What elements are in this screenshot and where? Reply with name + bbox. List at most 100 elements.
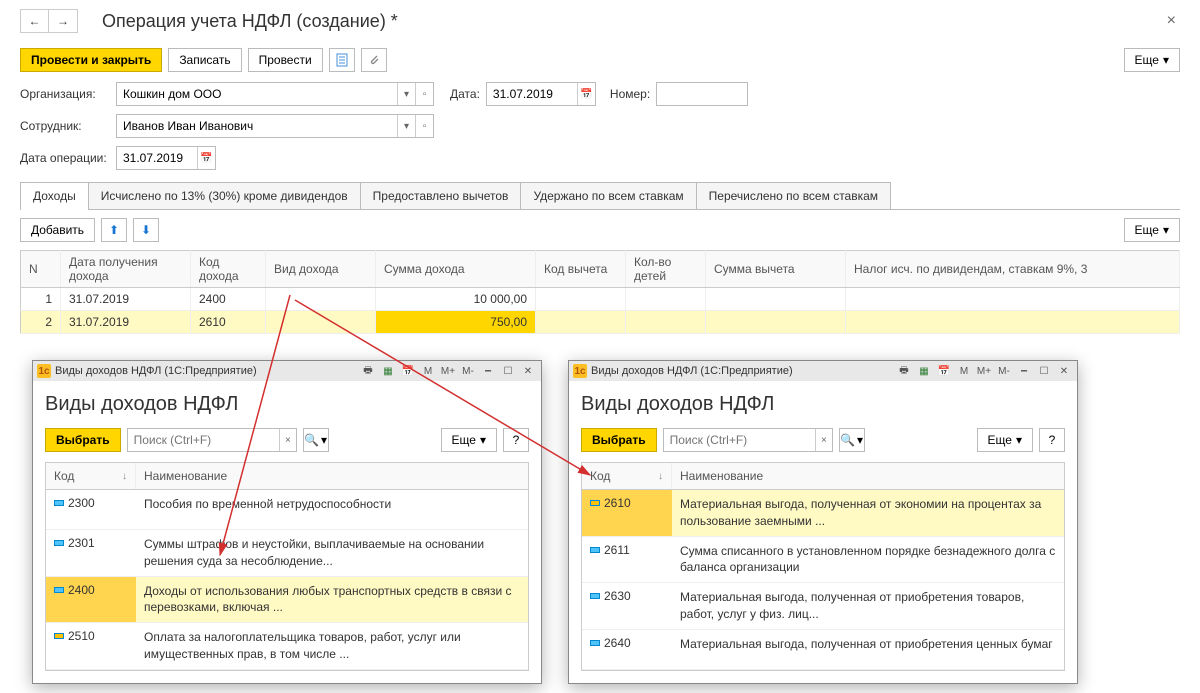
employee-field[interactable]: ▾ ▫ <box>116 114 434 138</box>
popup-col-name[interactable]: Наименование <box>672 463 1064 489</box>
grid-row-selected[interactable]: 2 31.07.2019 2610 750,00 <box>21 311 1180 334</box>
col-tax[interactable]: Налог исч. по дивидендам, ставкам 9%, 3 <box>846 251 1180 288</box>
dropdown-icon[interactable]: ▾ <box>397 83 415 105</box>
col-ded-code[interactable]: Код вычета <box>536 251 626 288</box>
nav-buttons: ← → <box>20 9 78 33</box>
row-icon <box>54 587 64 593</box>
mem-m[interactable]: М <box>419 363 437 379</box>
popup-col-code[interactable]: Код↓ <box>582 463 672 489</box>
mem-mplus[interactable]: М+ <box>439 363 457 379</box>
row-icon <box>590 500 600 506</box>
move-up-button[interactable]: ⬆ <box>101 218 127 242</box>
tabs: Доходы Исчислено по 13% (30%) кроме диви… <box>20 182 1180 210</box>
minimize-icon[interactable]: 🗕 <box>1015 363 1033 379</box>
list-item[interactable]: 2640 Материальная выгода, полученная от … <box>582 630 1064 670</box>
save-button[interactable]: Записать <box>168 48 241 72</box>
search-input[interactable]: × <box>127 428 297 452</box>
date-label: Дата: <box>450 87 480 101</box>
popup-heading: Виды доходов НДФЛ <box>45 393 529 416</box>
caret-down-icon: ▾ <box>321 433 327 447</box>
tab-deductions[interactable]: Предоставлено вычетов <box>360 182 522 209</box>
open-icon[interactable]: ▫ <box>415 83 433 105</box>
calendar-mini-icon[interactable]: 📅 <box>935 363 953 379</box>
col-date[interactable]: Дата получения дохода <box>61 251 191 288</box>
mem-mplus[interactable]: М+ <box>975 363 993 379</box>
clear-search-icon[interactable]: × <box>279 429 295 451</box>
tab-transferred[interactable]: Перечислено по всем ставкам <box>696 182 891 209</box>
caret-down-icon: ▾ <box>1016 433 1022 447</box>
print-icon[interactable]: 🖶 <box>895 363 913 379</box>
org-label: Организация: <box>20 87 110 101</box>
col-type[interactable]: Вид дохода <box>266 251 376 288</box>
op-date-field[interactable]: 📅 <box>116 146 216 170</box>
maximize-icon[interactable]: ☐ <box>499 363 517 379</box>
mem-mminus[interactable]: М- <box>459 363 477 379</box>
col-amount[interactable]: Сумма дохода <box>376 251 536 288</box>
caret-down-icon: ▾ <box>857 433 863 447</box>
tab-calc-13[interactable]: Исчислено по 13% (30%) кроме дивидендов <box>88 182 361 209</box>
document-icon-button[interactable] <box>329 48 355 72</box>
list-item[interactable]: 2510 Оплата за налогоплательщика товаров… <box>46 623 528 670</box>
col-code[interactable]: Код дохода <box>191 251 266 288</box>
close-icon[interactable]: × <box>1163 8 1180 34</box>
popup-more-button[interactable]: Еще▾ <box>977 428 1033 452</box>
minimize-icon[interactable]: 🗕 <box>479 363 497 379</box>
help-button[interactable]: ? <box>1039 428 1065 452</box>
move-down-button[interactable]: ⬇ <box>133 218 159 242</box>
submit-button[interactable]: Провести <box>248 48 323 72</box>
list-item-selected[interactable]: 2610 Материальная выгода, полученная от … <box>582 490 1064 537</box>
mem-m[interactable]: М <box>955 363 973 379</box>
number-field[interactable] <box>656 82 748 106</box>
tab-withheld[interactable]: Удержано по всем ставкам <box>520 182 696 209</box>
close-icon[interactable]: ✕ <box>1055 363 1073 379</box>
calc-icon[interactable]: ▦ <box>379 363 397 379</box>
calc-icon[interactable]: ▦ <box>915 363 933 379</box>
submit-close-button[interactable]: Провести и закрыть <box>20 48 162 72</box>
print-icon[interactable]: 🖶 <box>359 363 377 379</box>
search-icon: 🔍 <box>304 433 319 447</box>
add-button[interactable]: Добавить <box>20 218 95 242</box>
list-item[interactable]: 2611 Сумма списанного в установленном по… <box>582 537 1064 584</box>
caret-down-icon: ▾ <box>1163 53 1169 67</box>
sub-more-button[interactable]: Еще▾ <box>1124 218 1180 242</box>
popup-col-name[interactable]: Наименование <box>136 463 528 489</box>
income-grid[interactable]: N Дата получения дохода Код дохода Вид д… <box>20 250 1180 334</box>
search-input[interactable]: × <box>663 428 833 452</box>
col-ded-amount[interactable]: Сумма вычета <box>706 251 846 288</box>
maximize-icon[interactable]: ☐ <box>1035 363 1053 379</box>
date-field[interactable]: 📅 <box>486 82 596 106</box>
org-field[interactable]: ▾ ▫ <box>116 82 434 106</box>
app-icon: 1c <box>37 364 51 378</box>
calendar-icon[interactable]: 📅 <box>197 147 215 169</box>
grid-row[interactable]: 1 31.07.2019 2400 10 000,00 <box>21 288 1180 311</box>
col-children[interactable]: Кол-во детей <box>626 251 706 288</box>
open-icon[interactable]: ▫ <box>415 115 433 137</box>
list-item[interactable]: 2301 Суммы штрафов и неустойки, выплачив… <box>46 530 528 577</box>
attachment-button[interactable] <box>361 48 387 72</box>
calendar-icon[interactable]: 📅 <box>577 83 595 105</box>
search-button[interactable]: 🔍▾ <box>303 428 329 452</box>
paperclip-icon <box>367 53 381 67</box>
list-item[interactable]: 2630 Материальная выгода, полученная от … <box>582 583 1064 630</box>
list-item-selected[interactable]: 2400 Доходы от использования любых транс… <box>46 577 528 624</box>
caret-down-icon: ▾ <box>1163 223 1169 237</box>
row-icon <box>590 640 600 646</box>
search-button[interactable]: 🔍▾ <box>839 428 865 452</box>
nav-back-button[interactable]: ← <box>21 10 49 32</box>
popup-more-button[interactable]: Еще▾ <box>441 428 497 452</box>
tab-income[interactable]: Доходы <box>20 182 89 209</box>
nav-forward-button[interactable]: → <box>49 10 77 32</box>
select-button[interactable]: Выбрать <box>45 428 121 452</box>
popup-col-code[interactable]: Код↓ <box>46 463 136 489</box>
more-button[interactable]: Еще▾ <box>1124 48 1180 72</box>
select-button[interactable]: Выбрать <box>581 428 657 452</box>
clear-search-icon[interactable]: × <box>815 429 831 451</box>
list-item[interactable]: 2300 Пособия по временной нетрудоспособн… <box>46 490 528 530</box>
close-icon[interactable]: ✕ <box>519 363 537 379</box>
calendar-mini-icon[interactable]: 📅 <box>399 363 417 379</box>
col-n[interactable]: N <box>21 251 61 288</box>
help-button[interactable]: ? <box>503 428 529 452</box>
mem-mminus[interactable]: М- <box>995 363 1013 379</box>
row-icon <box>54 540 64 546</box>
dropdown-icon[interactable]: ▾ <box>397 115 415 137</box>
